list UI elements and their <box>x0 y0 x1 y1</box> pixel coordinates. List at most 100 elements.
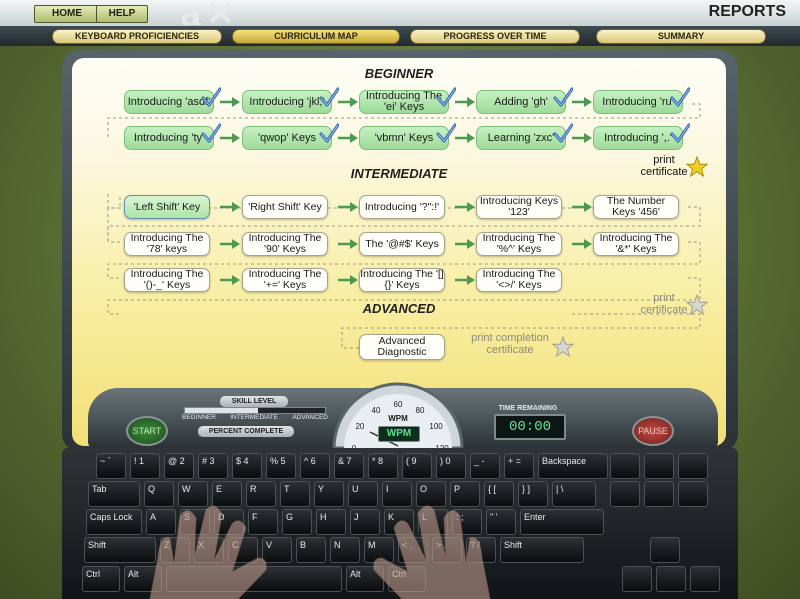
keyboard-key[interactable]: V <box>262 537 292 563</box>
keyboard-key[interactable]: Ctrl <box>82 566 120 592</box>
keyboard-key[interactable] <box>610 453 640 479</box>
lesson-node[interactable]: Introducing 'ru' <box>593 87 690 114</box>
tab-summary[interactable]: SUMMARY <box>596 29 766 44</box>
keyboard-key[interactable]: Backspace <box>538 453 608 479</box>
lesson-node-advanced-diagnostic[interactable]: Advanced Diagnostic <box>359 334 445 360</box>
keyboard-key[interactable]: H <box>316 509 346 535</box>
keyboard-key[interactable] <box>610 481 640 507</box>
keyboard-key[interactable]: ( 9 <box>402 453 432 479</box>
lesson-node[interactable]: The Number Keys '456' <box>593 195 679 219</box>
keyboard-key[interactable]: I <box>382 481 412 507</box>
keyboard-key[interactable]: F <box>248 509 278 535</box>
start-button[interactable]: START <box>126 416 168 446</box>
keyboard-key[interactable]: # 3 <box>198 453 228 479</box>
keyboard-key[interactable]: Z <box>160 537 190 563</box>
keyboard-key[interactable] <box>656 566 686 592</box>
keyboard-key[interactable]: ~ ` <box>96 453 126 479</box>
keyboard-key[interactable]: L <box>418 509 448 535</box>
lesson-node[interactable]: Introducing The 'ei' Keys <box>359 87 456 114</box>
keyboard-key[interactable]: Q <box>144 481 174 507</box>
keyboard-key[interactable]: ) 0 <box>436 453 466 479</box>
lesson-node[interactable]: Introducing Keys '123' <box>476 195 562 219</box>
keyboard-key[interactable]: $ 4 <box>232 453 262 479</box>
keyboard-key[interactable]: " ' <box>486 509 516 535</box>
keyboard-key[interactable]: Tab <box>88 481 140 507</box>
lesson-node[interactable]: Introducing The '<>/' Keys <box>476 268 562 292</box>
tab-curriculum-map[interactable]: CURRICULUM MAP <box>232 29 400 44</box>
keyboard-key[interactable]: Shift <box>84 537 156 563</box>
keyboard-key[interactable]: : ; <box>452 509 482 535</box>
keyboard-key[interactable]: N <box>330 537 360 563</box>
keyboard-key[interactable]: J <box>350 509 380 535</box>
keyboard-key[interactable]: & 7 <box>334 453 364 479</box>
keyboard-key[interactable]: Ctrl <box>388 566 426 592</box>
keyboard-key[interactable] <box>644 481 674 507</box>
lesson-node[interactable]: Learning 'zxc' <box>476 123 573 150</box>
lesson-node[interactable]: Adding 'gh' <box>476 87 573 114</box>
keyboard-key[interactable]: C <box>228 537 258 563</box>
beginner-print-certificate[interactable]: print certificate <box>634 154 694 178</box>
keyboard-key[interactable]: P <box>450 481 480 507</box>
keyboard-key[interactable]: G <box>282 509 312 535</box>
lesson-node[interactable]: 'Right Shift' Key <box>242 195 328 219</box>
keyboard-key[interactable]: } ] <box>518 481 548 507</box>
lesson-node[interactable]: Introducing 'jkl;' <box>242 87 339 114</box>
keyboard-key[interactable]: ! 1 <box>130 453 160 479</box>
lesson-node[interactable]: 'qwop' Keys <box>242 123 339 150</box>
keyboard-key[interactable]: < , <box>398 537 428 563</box>
keyboard-key[interactable]: Alt <box>346 566 384 592</box>
lesson-node[interactable]: The '@#$' Keys <box>359 232 445 256</box>
tab-keyboard-proficiencies[interactable]: KEYBOARD PROFICIENCIES <box>52 29 222 44</box>
keyboard-key[interactable]: T <box>280 481 310 507</box>
lesson-node[interactable]: 'vbmn' Keys <box>359 123 456 150</box>
keyboard-key[interactable]: > . <box>432 537 462 563</box>
wpm-display-button[interactable]: WPM <box>378 426 420 442</box>
keyboard-key[interactable]: R <box>246 481 276 507</box>
keyboard-key[interactable]: W <box>178 481 208 507</box>
keyboard-key[interactable] <box>650 537 680 563</box>
lesson-node[interactable]: Introducing ',.' <box>593 123 690 150</box>
lesson-node[interactable]: Introducing The '&*' Keys <box>593 232 679 256</box>
lesson-node[interactable]: Introducing The '()-_' Keys <box>124 268 210 292</box>
keyboard-key[interactable]: @ 2 <box>164 453 194 479</box>
help-button[interactable]: HELP <box>96 5 148 23</box>
keyboard-key[interactable]: ? / <box>466 537 496 563</box>
keyboard-key[interactable]: E <box>212 481 242 507</box>
lesson-node[interactable]: 'Left Shift' Key <box>124 195 210 219</box>
keyboard-key[interactable]: M <box>364 537 394 563</box>
keyboard-key[interactable]: { [ <box>484 481 514 507</box>
keyboard-key[interactable]: ^ 6 <box>300 453 330 479</box>
keyboard-key[interactable]: A <box>146 509 176 535</box>
keyboard-key[interactable]: _ - <box>470 453 500 479</box>
keyboard-key[interactable]: % 5 <box>266 453 296 479</box>
keyboard-key[interactable]: S <box>180 509 210 535</box>
keyboard-key[interactable] <box>690 566 720 592</box>
keyboard-key[interactable]: Caps Lock <box>86 509 142 535</box>
lesson-node[interactable]: Introducing 'ty' <box>124 123 221 150</box>
keyboard-key[interactable]: K <box>384 509 414 535</box>
intermediate-print-certificate[interactable]: print certificate <box>634 292 694 316</box>
gold-star-icon[interactable] <box>686 156 708 178</box>
grey-star-icon[interactable] <box>552 336 574 358</box>
keyboard-key[interactable]: X <box>194 537 224 563</box>
keyboard-key[interactable] <box>678 481 708 507</box>
pause-button[interactable]: PAUSE <box>632 416 674 446</box>
lesson-node[interactable]: Introducing The '78' keys <box>124 232 210 256</box>
keyboard-key[interactable]: D <box>214 509 244 535</box>
keyboard-key[interactable] <box>166 566 342 592</box>
home-button[interactable]: HOME <box>34 5 100 23</box>
keyboard-key[interactable]: B <box>296 537 326 563</box>
lesson-node[interactable]: Introducing The '[]{}' Keys <box>359 268 445 292</box>
keyboard-key[interactable]: Shift <box>500 537 584 563</box>
keyboard-key[interactable]: U <box>348 481 378 507</box>
print-completion-certificate[interactable]: print completion certificate <box>466 332 554 356</box>
keyboard-key[interactable] <box>678 453 708 479</box>
keyboard-key[interactable]: Enter <box>520 509 604 535</box>
keyboard-key[interactable]: + = <box>504 453 534 479</box>
lesson-node[interactable]: Introducing The '+=' Keys <box>242 268 328 292</box>
keyboard-key[interactable]: O <box>416 481 446 507</box>
lesson-node[interactable]: Introducing '?":!' <box>359 195 445 219</box>
keyboard-key[interactable]: Y <box>314 481 344 507</box>
lesson-node[interactable]: Introducing 'asdf' <box>124 87 221 114</box>
lesson-node[interactable]: Introducing The '90' Keys <box>242 232 328 256</box>
